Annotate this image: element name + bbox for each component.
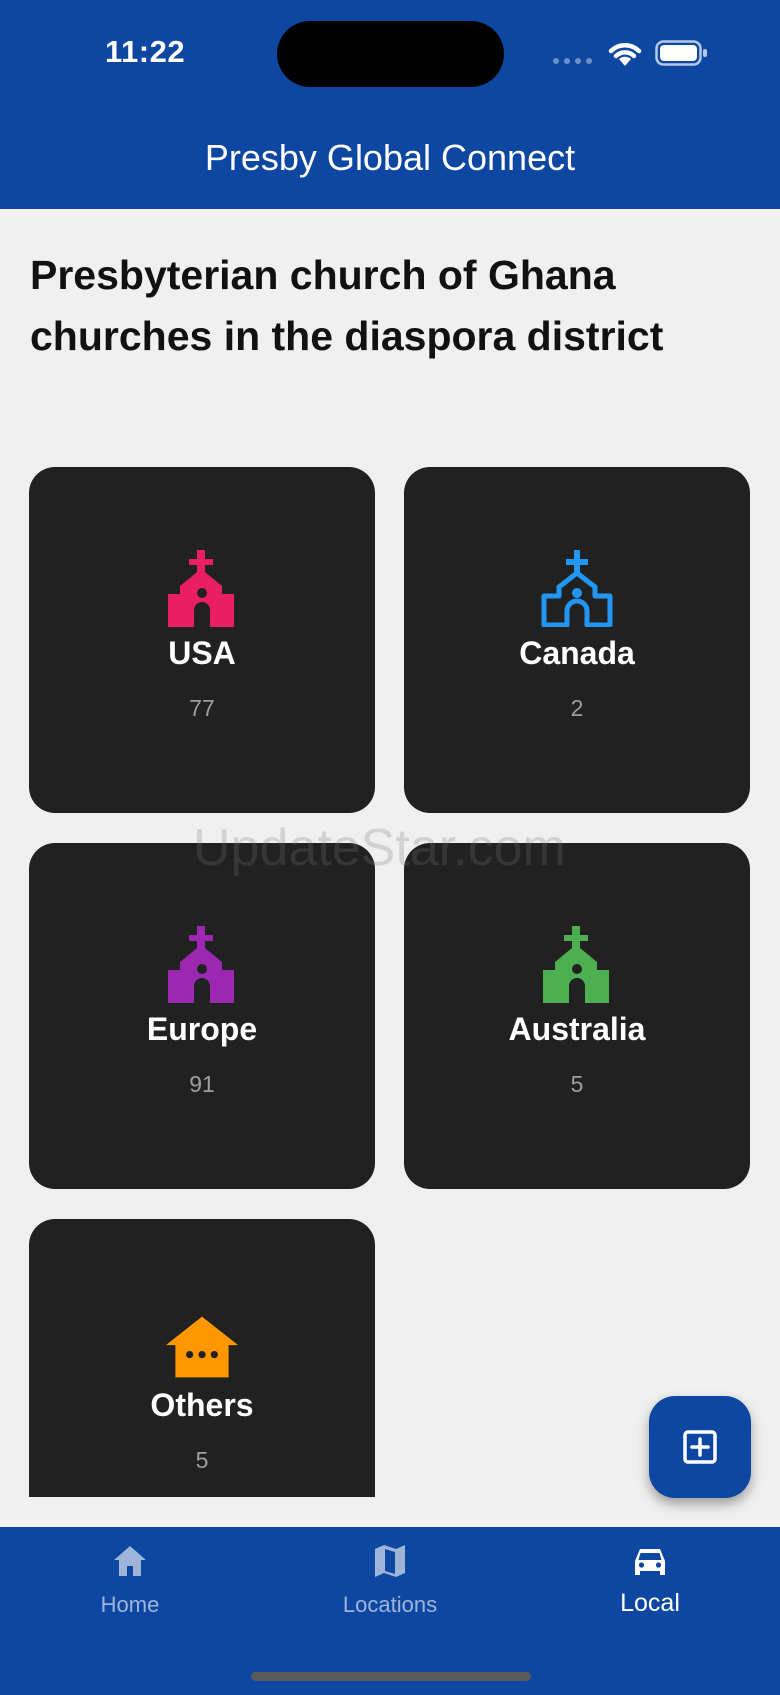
add-box-icon bbox=[683, 1430, 717, 1464]
page-heading: Presbyterian church of Ghana churches in… bbox=[30, 252, 664, 359]
region-card-others[interactable]: Others 5 bbox=[29, 1219, 375, 1497]
app-bar: Presby Global Connect bbox=[0, 105, 780, 209]
nav-item-locations[interactable]: Locations bbox=[260, 1527, 520, 1657]
region-name: Europe bbox=[146, 1011, 258, 1047]
church-icon bbox=[543, 926, 609, 1003]
church-icon bbox=[168, 550, 234, 627]
nav-item-local[interactable]: Local bbox=[520, 1527, 780, 1657]
region-count: 5 bbox=[195, 1447, 209, 1473]
region-count: 5 bbox=[570, 1071, 584, 1097]
region-count: 77 bbox=[189, 695, 215, 721]
nav-label: Local bbox=[620, 1589, 680, 1617]
app-title: Presby Global Connect bbox=[204, 137, 576, 178]
car-icon bbox=[635, 1549, 665, 1575]
region-name: Canada bbox=[519, 635, 635, 671]
nav-label: Locations bbox=[342, 1592, 438, 1617]
region-card-europe[interactable]: Europe 91 bbox=[29, 843, 375, 1189]
home-indicator bbox=[251, 1672, 531, 1681]
church-outline-icon bbox=[541, 550, 613, 627]
status-bar: 11:22 bbox=[0, 0, 780, 105]
region-name: Others bbox=[150, 1387, 254, 1423]
add-button[interactable] bbox=[649, 1396, 751, 1498]
bottom-nav: Home Locations Local bbox=[0, 1527, 780, 1695]
region-name: Australia bbox=[508, 1011, 646, 1047]
nav-label: Home bbox=[100, 1592, 160, 1617]
region-name: USA bbox=[168, 635, 236, 671]
region-card-australia[interactable]: Australia 5 bbox=[404, 843, 750, 1189]
wifi-icon bbox=[608, 43, 642, 66]
cellular-dots-icon bbox=[553, 58, 593, 64]
region-card-canada[interactable]: Canada 2 bbox=[404, 467, 750, 813]
watermark: UpdateStar.com bbox=[193, 819, 566, 877]
region-count: 91 bbox=[189, 1071, 215, 1097]
house-dots-icon bbox=[165, 1316, 239, 1378]
church-icon bbox=[168, 926, 234, 1003]
battery-icon bbox=[655, 40, 707, 66]
home-icon bbox=[114, 1546, 146, 1576]
region-count: 2 bbox=[570, 695, 584, 721]
nav-item-home[interactable]: Home bbox=[0, 1527, 260, 1657]
map-icon bbox=[375, 1545, 405, 1577]
region-card-usa[interactable]: USA 77 bbox=[29, 467, 375, 813]
status-time: 11:22 bbox=[105, 34, 186, 69]
dynamic-island bbox=[277, 21, 504, 87]
